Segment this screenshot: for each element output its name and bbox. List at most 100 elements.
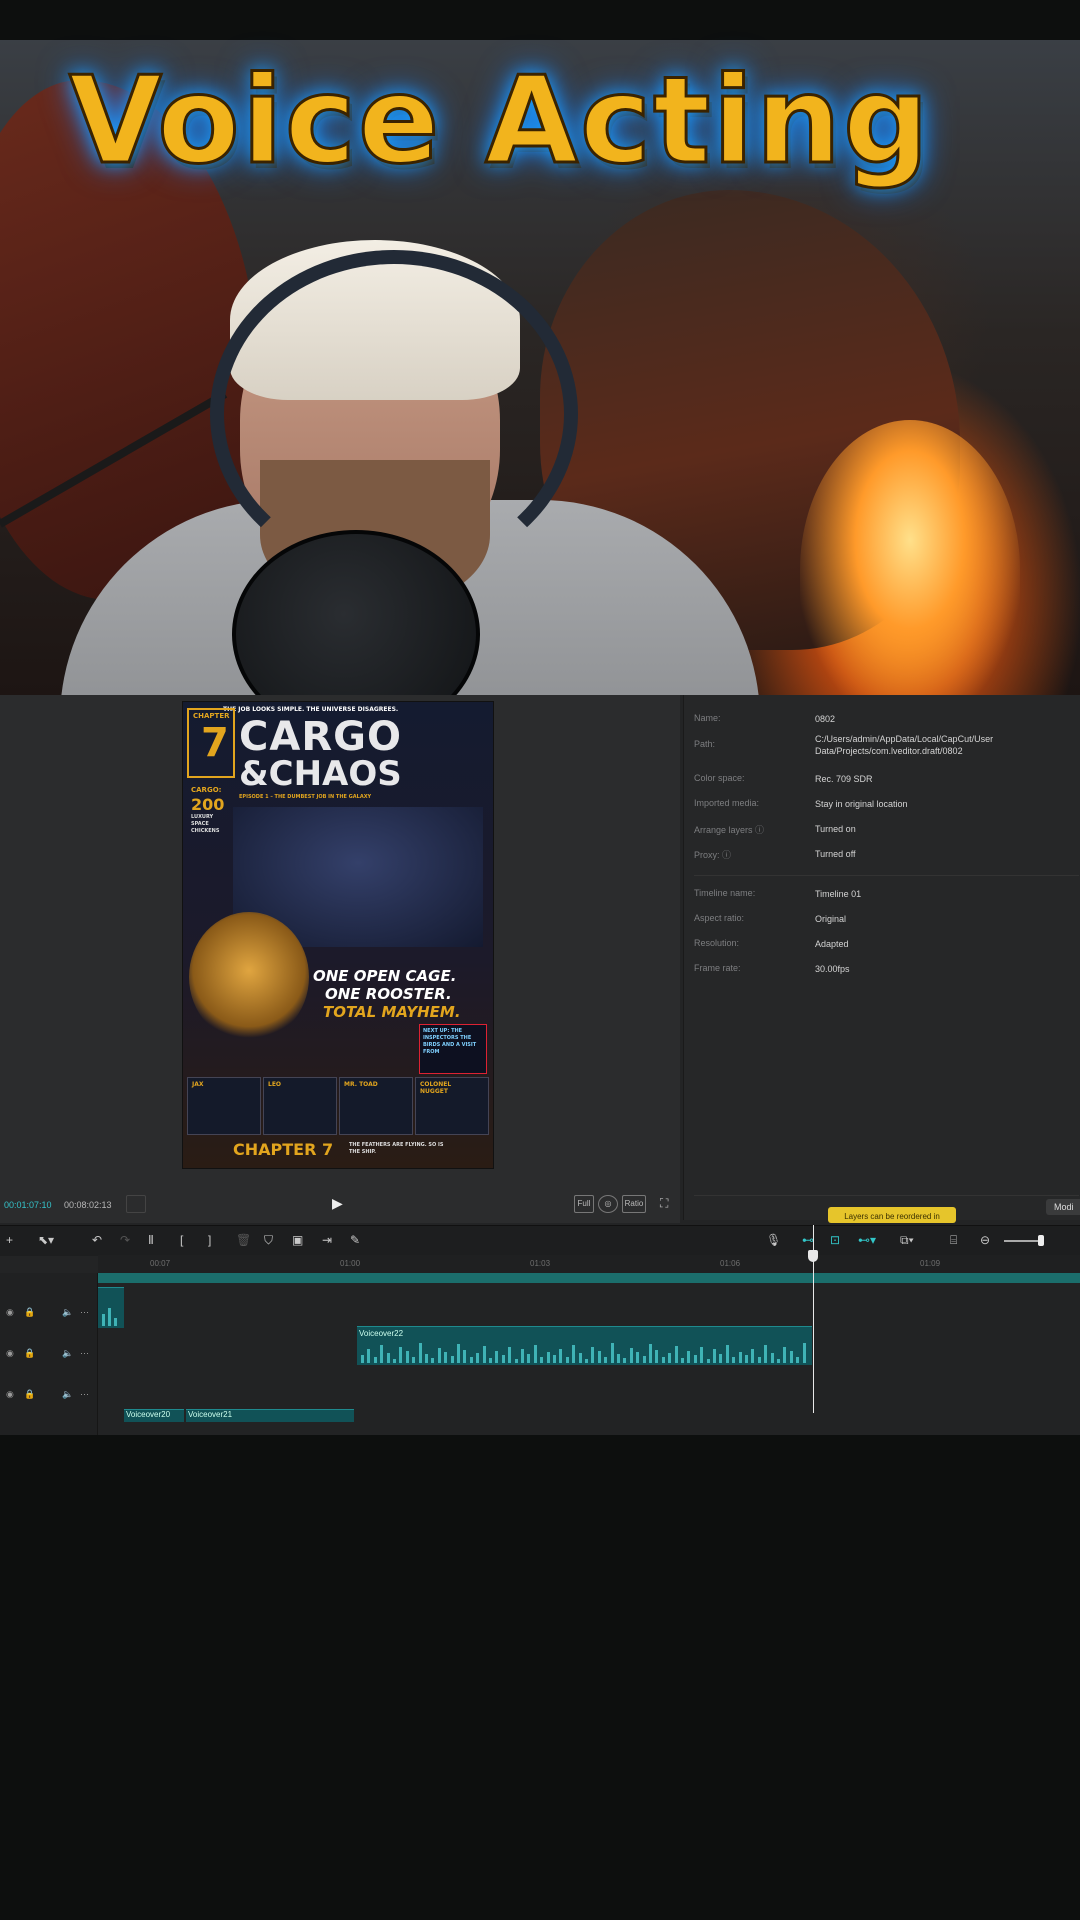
track-lock-icon[interactable]: 🔒 (24, 1389, 35, 1400)
waveform-bar (450, 1356, 454, 1363)
detail-value: Stay in original location (815, 799, 908, 809)
waveform-bar (700, 1347, 704, 1363)
detail-row: Color space: Rec. 709 SDR (694, 773, 873, 784)
snap-icon[interactable]: ⊷▾ (858, 1233, 876, 1247)
waveform-bar (463, 1350, 467, 1363)
track-lock-icon[interactable]: 🔒 (24, 1307, 35, 1318)
preview-axis-icon[interactable]: ⧉▾ (900, 1233, 914, 1248)
rooster-art (189, 912, 309, 1042)
trim-left-icon[interactable]: [ (180, 1233, 183, 1247)
track-more-icon[interactable]: ⋯ (80, 1348, 89, 1359)
screenshot-icon[interactable]: ◎ (598, 1195, 618, 1213)
track-mute-icon[interactable]: 🔈 (62, 1389, 73, 1400)
detail-row: Frame rate: 30.00fps (694, 963, 850, 974)
audio-clip[interactable] (98, 1287, 124, 1328)
cargo-desc: LUXURY SPACE CHICKENS (191, 814, 220, 834)
detail-label: Color space: (694, 773, 745, 783)
full-quality-button[interactable]: Full (574, 1195, 594, 1213)
waveform-bar (732, 1357, 736, 1363)
magnet-icon[interactable]: ⊡ (830, 1233, 840, 1247)
waveform-bar (764, 1345, 768, 1363)
total-time: 00:08:02:13 (64, 1200, 112, 1210)
waveform-bar (501, 1355, 505, 1363)
detail-value: Timeline 01 (815, 889, 862, 899)
split-icon[interactable]: Ⅱ (148, 1233, 154, 1247)
waveform-bar (489, 1358, 492, 1363)
layers-tooltip: Layers can be reordered in (828, 1207, 956, 1223)
ratio-button[interactable]: Ratio (622, 1195, 646, 1213)
track-lock-icon[interactable]: 🔒 (24, 1348, 35, 1359)
magic-icon[interactable]: ✎ (350, 1233, 360, 1247)
track-eye-icon[interactable]: ◉ (6, 1307, 14, 1318)
caption-icon[interactable]: ⌸ (950, 1233, 957, 1248)
waveform-bar (559, 1349, 563, 1363)
fullscreen-icon[interactable]: ⛶ (660, 1196, 668, 1211)
dragon-fire (800, 420, 1020, 695)
waveform-bar (469, 1357, 473, 1363)
timeline-ruler[interactable]: 00:07 01:00 01:03 01:06 01:09 (98, 1255, 1080, 1273)
waveform-bar (604, 1357, 608, 1363)
overlay-title: Voice Acting (67, 51, 931, 193)
track-mute-icon[interactable]: 🔈 (62, 1307, 73, 1318)
waveform-bar (649, 1344, 652, 1363)
waveform-bar (521, 1349, 524, 1363)
playhead-handle[interactable] (808, 1250, 818, 1262)
next-up-box: NEXT UP: THE INSPECTORS THE BIRDS AND A … (419, 1024, 487, 1074)
mic-icon[interactable]: 🎙 (766, 1233, 781, 1247)
modify-button[interactable]: Modi (1046, 1199, 1080, 1215)
waveform-bar (655, 1350, 659, 1363)
voiceover-clip[interactable]: Voiceover20 (124, 1409, 184, 1422)
undo-icon[interactable]: ↶ (92, 1233, 102, 1247)
waveform-bar (393, 1359, 396, 1363)
detail-row: Resolution: Adapted (694, 938, 849, 949)
voiceover-clip[interactable]: Voiceover21 (186, 1409, 354, 1422)
zoom-slider-handle[interactable] (1038, 1235, 1044, 1246)
add-icon[interactable]: + (6, 1233, 13, 1247)
character-strip: JAX LEO MR. TOAD COLONEL NUGGET (187, 1077, 489, 1135)
mark-icon[interactable]: ⛉ (264, 1233, 273, 1248)
zoom-out-icon[interactable]: ⊖ (980, 1233, 990, 1247)
info-icon: ⓘ (752, 825, 765, 835)
track-more-icon[interactable]: ⋯ (80, 1307, 89, 1318)
chapter-box: CHAPTER 7 (187, 708, 235, 778)
cargo-count: 200 (191, 795, 225, 814)
delete-icon[interactable]: 🗑 (236, 1233, 251, 1247)
select-tool-icon[interactable]: ⬉▾ (38, 1233, 54, 1247)
detail-value: 0802 (815, 714, 836, 724)
detail-label: Imported media: (694, 798, 760, 808)
waveform-bar (629, 1348, 633, 1363)
slogan-2: ONE ROOSTER. (325, 985, 452, 1003)
waveform-bar (437, 1348, 441, 1363)
mirror-icon[interactable]: ⇥ (322, 1233, 332, 1247)
waveform-bar (668, 1353, 672, 1363)
timecode-toggle-icon[interactable] (126, 1195, 146, 1213)
voiceover-clip[interactable]: Voiceover22 (357, 1326, 812, 1365)
waveform-bar (674, 1346, 678, 1363)
detail-value: C:/Users/admin/AppData/Local/CapCut/User… (815, 734, 994, 756)
detail-value: Rec. 709 SDR (815, 774, 873, 784)
waveform-bar (386, 1353, 390, 1363)
track-eye-icon[interactable]: ◉ (6, 1348, 14, 1359)
ruler-tick: 01:06 (720, 1259, 741, 1268)
trim-right-icon[interactable]: ] (208, 1233, 211, 1247)
waveform-bar (591, 1347, 595, 1363)
character-name: MR. TOAD (344, 1081, 378, 1088)
clip-label: Voiceover21 (188, 1410, 233, 1419)
cargo-label: CARGO: (191, 786, 222, 794)
details-panel: Name: 0802 Path: C:/Users/admin/AppData/Lo… (683, 695, 1080, 1223)
play-button[interactable]: ▶ (332, 1195, 343, 1212)
waveform-bar (572, 1345, 576, 1363)
freeze-icon[interactable]: ▣ (292, 1233, 303, 1247)
divider (694, 875, 1079, 876)
waveform-bar (751, 1349, 755, 1363)
ruler-tick: 01:00 (340, 1259, 361, 1268)
detail-label: Resolution: (694, 938, 740, 948)
character-name: LEO (268, 1081, 282, 1088)
track-mute-icon[interactable]: 🔈 (62, 1348, 73, 1359)
track-more-icon[interactable]: ⋯ (80, 1389, 89, 1400)
main-video-track[interactable] (98, 1273, 1080, 1283)
redo-icon[interactable]: ↷ (120, 1233, 130, 1247)
chapter-number: 7 (201, 720, 229, 766)
waveform-bar (108, 1308, 111, 1326)
track-eye-icon[interactable]: ◉ (6, 1389, 14, 1400)
